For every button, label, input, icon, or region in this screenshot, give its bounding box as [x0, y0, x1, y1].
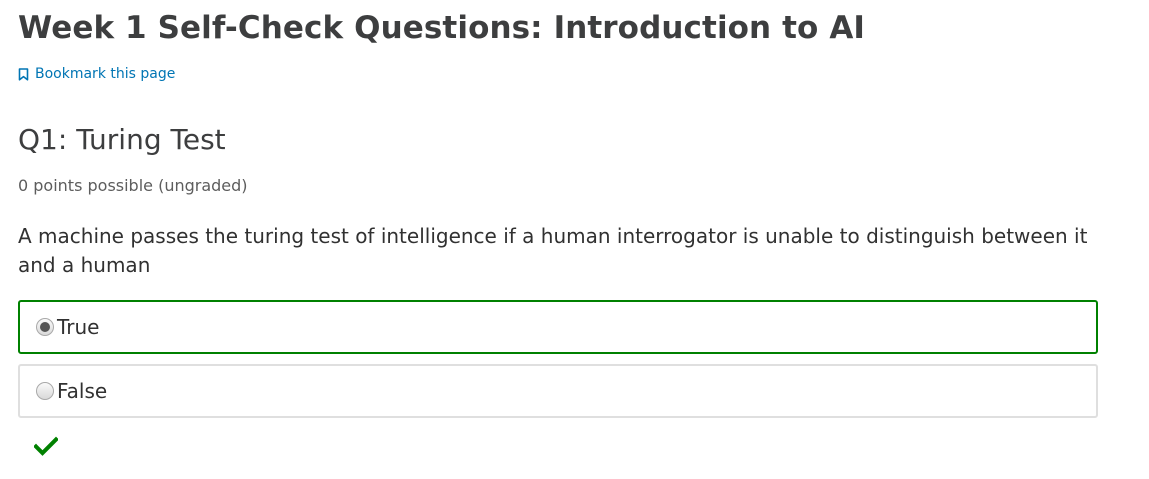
choice-false[interactable]: False [18, 364, 1098, 418]
bookmark-label: Bookmark this page [35, 66, 176, 82]
question-prompt: A machine passes the turing test of inte… [18, 224, 1088, 277]
radio-false[interactable] [36, 382, 54, 400]
points-text: 0 points possible (ungraded) [18, 176, 248, 195]
correct-status [34, 436, 58, 456]
bookmark-icon [18, 67, 29, 81]
choice-true[interactable]: True [18, 300, 1098, 354]
radio-selected-dot [40, 322, 50, 332]
bookmark-link[interactable]: Bookmark this page [18, 66, 175, 82]
page-title: Week 1 Self-Check Questions: Introductio… [18, 10, 866, 46]
question-title: Q1: Turing Test [18, 123, 226, 156]
page: Week 1 Self-Check Questions: Introductio… [0, 0, 1149, 479]
choice-label-true: True [57, 315, 100, 339]
checkmark-icon [34, 436, 58, 456]
choice-label-false: False [57, 379, 108, 403]
radio-true[interactable] [36, 318, 54, 336]
